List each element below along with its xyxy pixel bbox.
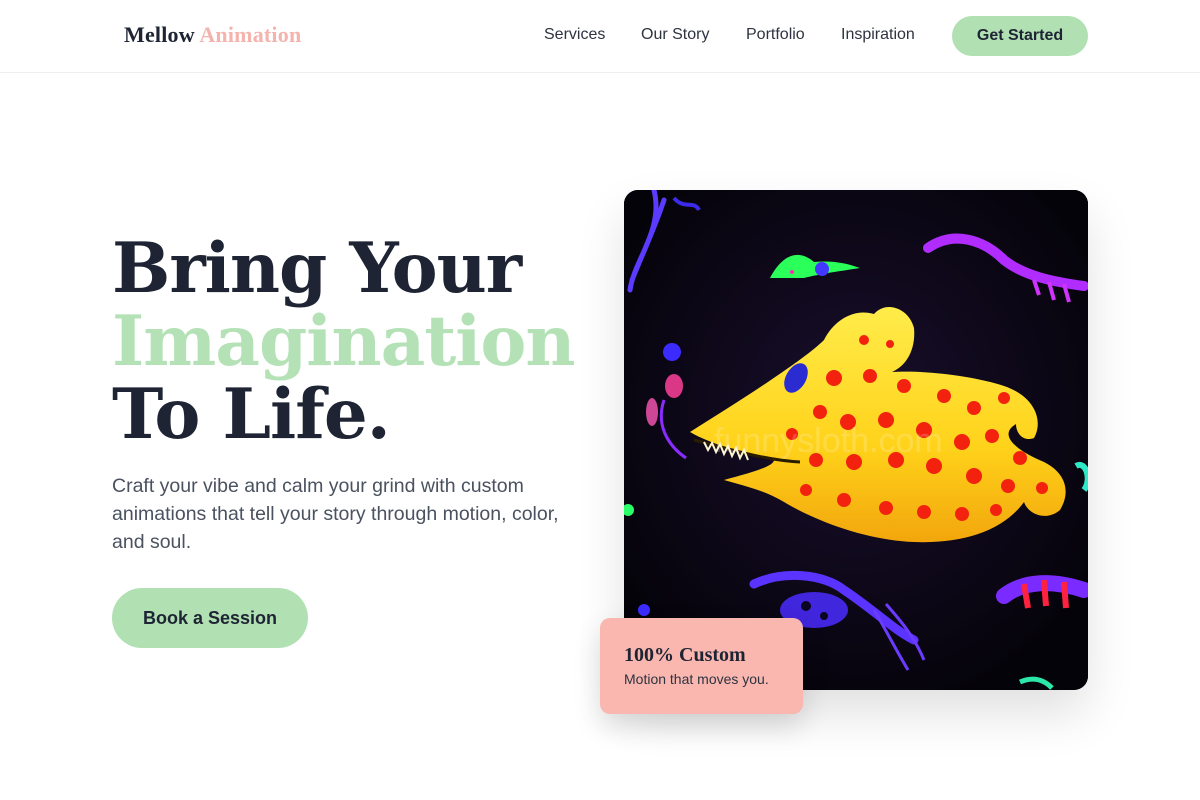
headline-line-3: To Life. xyxy=(112,374,391,455)
headline-line-2: Imagination xyxy=(112,301,576,382)
hero-headline: Bring Your Imagination To Life. xyxy=(112,232,592,451)
nav-link-inspiration[interactable]: Inspiration xyxy=(841,26,915,44)
book-session-button[interactable]: Book a Session xyxy=(112,588,308,648)
badge-subtitle: Motion that moves you. xyxy=(624,671,769,687)
top-navbar: Mellow Animation Services Our Story Port… xyxy=(0,0,1200,73)
nav-link-portfolio[interactable]: Portfolio xyxy=(746,26,805,44)
badge-title: 100% Custom xyxy=(624,644,746,666)
headline-line-1: Bring Your xyxy=(112,228,522,309)
hero-subtext: Craft your vibe and calm your grind with… xyxy=(112,475,559,553)
custom-badge-card: 100% Custom Motion that moves you. xyxy=(600,618,803,714)
neon-creature-illustration: funnysloth.com xyxy=(624,190,1088,690)
get-started-button[interactable]: Get Started xyxy=(952,16,1088,56)
hero-image: funnysloth.com xyxy=(624,190,1088,690)
nav-link-services[interactable]: Services xyxy=(544,26,605,44)
nav-link-our-story[interactable]: Our Story xyxy=(641,26,709,44)
image-watermark: funnysloth.com xyxy=(714,422,943,460)
